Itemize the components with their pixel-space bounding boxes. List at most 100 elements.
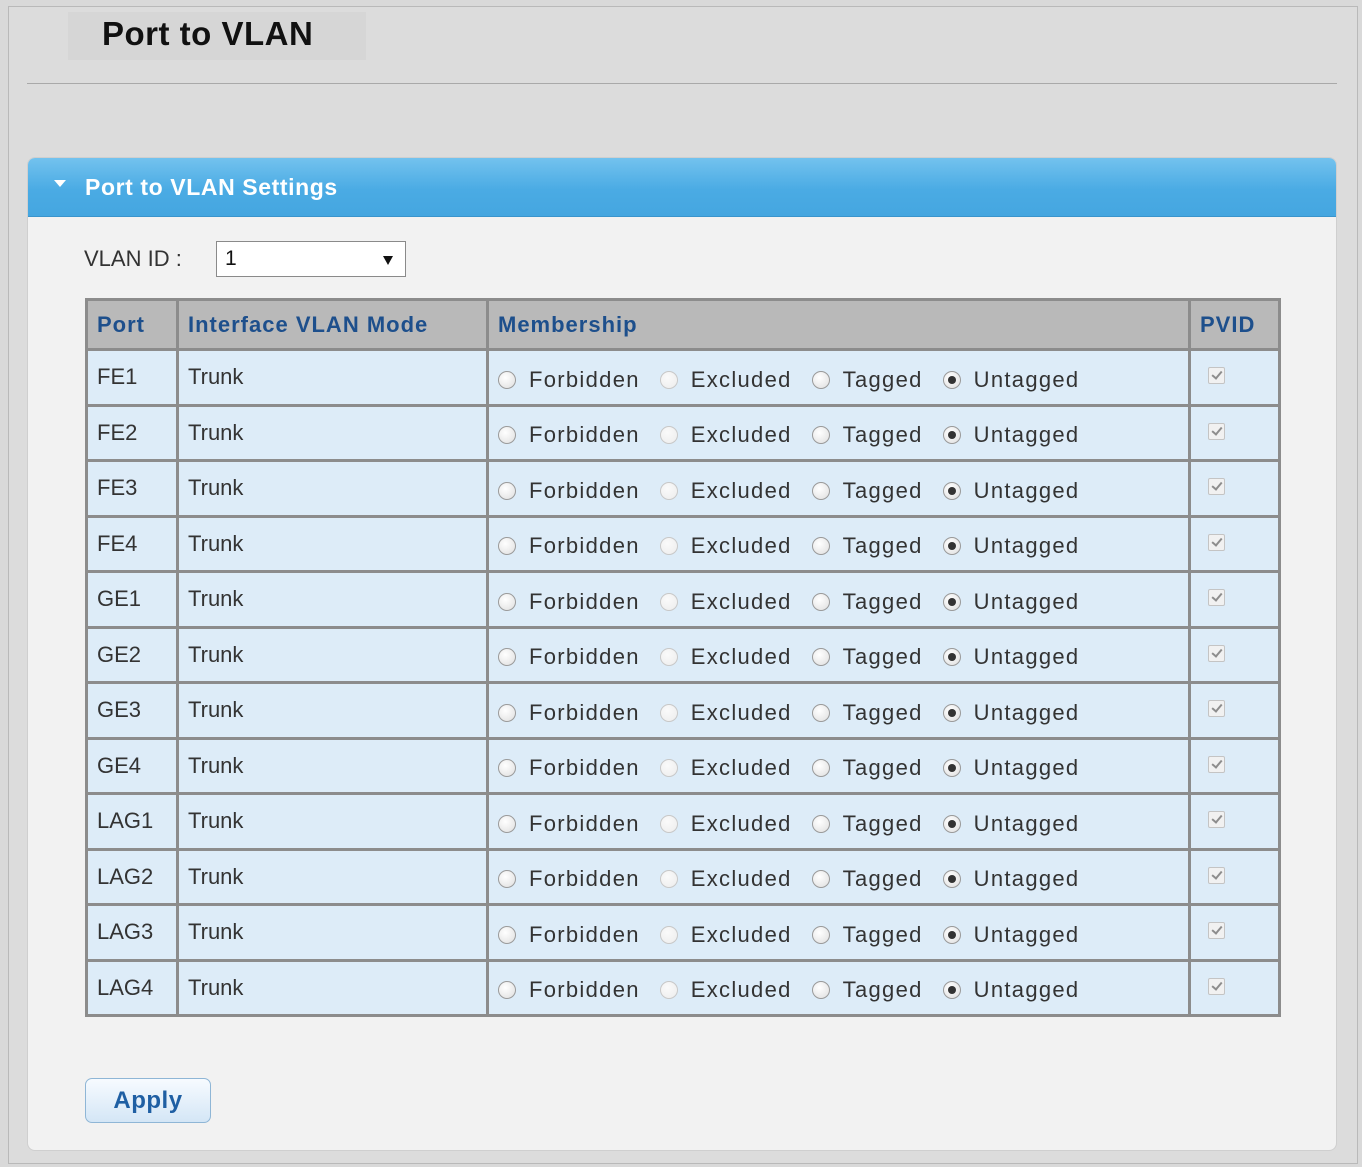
pvid-checkbox[interactable] — [1208, 367, 1225, 385]
radio-tagged[interactable] — [811, 592, 830, 611]
radio-tagged[interactable] — [811, 537, 830, 556]
membership-option-tagged[interactable]: Tagged — [811, 755, 923, 781]
pvid-checkbox[interactable] — [1208, 700, 1225, 718]
radio-forbidden[interactable] — [498, 981, 516, 1000]
radio-tagged[interactable] — [811, 648, 830, 667]
pvid-checkbox[interactable] — [1208, 478, 1225, 496]
membership-option-excluded[interactable]: Excluded — [659, 478, 792, 504]
membership-option-excluded[interactable]: Excluded — [659, 977, 792, 1003]
radio-excluded[interactable] — [659, 925, 678, 944]
radio-tagged[interactable] — [811, 426, 830, 445]
collapse-arrow-icon[interactable] — [54, 180, 66, 187]
membership-option-untagged[interactable]: Untagged — [942, 700, 1080, 726]
membership-option-forbidden[interactable]: Forbidden — [498, 866, 640, 892]
radio-excluded[interactable] — [659, 981, 678, 1000]
membership-option-excluded[interactable]: Excluded — [659, 422, 792, 448]
radio-excluded[interactable] — [659, 426, 678, 445]
membership-option-tagged[interactable]: Tagged — [811, 589, 923, 615]
membership-option-forbidden[interactable]: Forbidden — [498, 478, 640, 504]
radio-excluded[interactable] — [659, 814, 678, 833]
radio-excluded[interactable] — [659, 870, 678, 889]
pvid-checkbox[interactable] — [1208, 755, 1225, 773]
membership-option-tagged[interactable]: Tagged — [811, 977, 923, 1003]
pvid-checkbox[interactable] — [1208, 533, 1225, 551]
membership-option-untagged[interactable]: Untagged — [942, 644, 1080, 670]
membership-option-tagged[interactable]: Tagged — [811, 478, 923, 504]
membership-option-untagged[interactable]: Untagged — [942, 755, 1080, 781]
membership-option-untagged[interactable]: Untagged — [942, 589, 1080, 615]
radio-tagged[interactable] — [811, 870, 830, 889]
radio-tagged[interactable] — [811, 703, 830, 722]
radio-untagged[interactable] — [942, 592, 961, 611]
membership-option-forbidden[interactable]: Forbidden — [498, 644, 640, 670]
radio-tagged[interactable] — [811, 814, 830, 833]
apply-button[interactable]: Apply — [85, 1078, 211, 1123]
membership-option-excluded[interactable]: Excluded — [659, 367, 792, 393]
radio-untagged[interactable] — [942, 370, 961, 389]
pvid-checkbox[interactable] — [1208, 922, 1225, 940]
membership-option-excluded[interactable]: Excluded — [659, 922, 792, 948]
membership-option-untagged[interactable]: Untagged — [942, 811, 1080, 837]
panel-header[interactable]: Port to VLAN Settings — [28, 158, 1336, 217]
membership-option-tagged[interactable]: Tagged — [811, 922, 923, 948]
pvid-checkbox[interactable] — [1208, 644, 1225, 662]
radio-forbidden[interactable] — [498, 426, 516, 445]
radio-forbidden[interactable] — [498, 870, 516, 889]
radio-untagged[interactable] — [942, 925, 961, 944]
membership-option-tagged[interactable]: Tagged — [811, 422, 923, 448]
membership-option-tagged[interactable]: Tagged — [811, 533, 923, 559]
radio-excluded[interactable] — [659, 370, 678, 389]
radio-tagged[interactable] — [811, 925, 830, 944]
membership-option-forbidden[interactable]: Forbidden — [498, 700, 640, 726]
membership-option-tagged[interactable]: Tagged — [811, 700, 923, 726]
membership-option-forbidden[interactable]: Forbidden — [498, 922, 640, 948]
membership-option-forbidden[interactable]: Forbidden — [498, 811, 640, 837]
membership-option-tagged[interactable]: Tagged — [811, 811, 923, 837]
radio-excluded[interactable] — [659, 537, 678, 556]
radio-excluded[interactable] — [659, 592, 678, 611]
radio-untagged[interactable] — [942, 703, 961, 722]
membership-option-untagged[interactable]: Untagged — [942, 922, 1080, 948]
pvid-checkbox[interactable] — [1208, 866, 1225, 884]
membership-option-forbidden[interactable]: Forbidden — [498, 533, 640, 559]
radio-tagged[interactable] — [811, 481, 830, 500]
pvid-checkbox[interactable] — [1208, 811, 1225, 829]
radio-forbidden[interactable] — [498, 537, 516, 556]
radio-forbidden[interactable] — [498, 648, 516, 667]
membership-option-excluded[interactable]: Excluded — [659, 811, 792, 837]
radio-forbidden[interactable] — [498, 814, 516, 833]
radio-untagged[interactable] — [942, 870, 961, 889]
radio-forbidden[interactable] — [498, 592, 516, 611]
radio-excluded[interactable] — [659, 481, 678, 500]
membership-option-forbidden[interactable]: Forbidden — [498, 367, 640, 393]
pvid-checkbox[interactable] — [1208, 422, 1225, 440]
membership-option-excluded[interactable]: Excluded — [659, 533, 792, 559]
radio-forbidden[interactable] — [498, 481, 516, 500]
membership-option-excluded[interactable]: Excluded — [659, 755, 792, 781]
membership-option-untagged[interactable]: Untagged — [942, 533, 1080, 559]
radio-untagged[interactable] — [942, 759, 961, 778]
radio-untagged[interactable] — [942, 981, 961, 1000]
pvid-checkbox[interactable] — [1208, 589, 1225, 607]
radio-untagged[interactable] — [942, 537, 961, 556]
membership-option-untagged[interactable]: Untagged — [942, 367, 1080, 393]
radio-excluded[interactable] — [659, 703, 678, 722]
membership-option-excluded[interactable]: Excluded — [659, 589, 792, 615]
radio-untagged[interactable] — [942, 426, 961, 445]
pvid-checkbox[interactable] — [1208, 977, 1225, 995]
radio-forbidden[interactable] — [498, 703, 516, 722]
radio-forbidden[interactable] — [498, 925, 516, 944]
membership-option-excluded[interactable]: Excluded — [659, 866, 792, 892]
membership-option-excluded[interactable]: Excluded — [659, 644, 792, 670]
membership-option-forbidden[interactable]: Forbidden — [498, 422, 640, 448]
membership-option-tagged[interactable]: Tagged — [811, 644, 923, 670]
radio-untagged[interactable] — [942, 814, 961, 833]
radio-excluded[interactable] — [659, 759, 678, 778]
membership-option-forbidden[interactable]: Forbidden — [498, 977, 640, 1003]
radio-excluded[interactable] — [659, 648, 678, 667]
radio-tagged[interactable] — [811, 759, 830, 778]
membership-option-untagged[interactable]: Untagged — [942, 478, 1080, 504]
membership-option-tagged[interactable]: Tagged — [811, 866, 923, 892]
radio-tagged[interactable] — [811, 981, 830, 1000]
radio-forbidden[interactable] — [498, 370, 516, 389]
